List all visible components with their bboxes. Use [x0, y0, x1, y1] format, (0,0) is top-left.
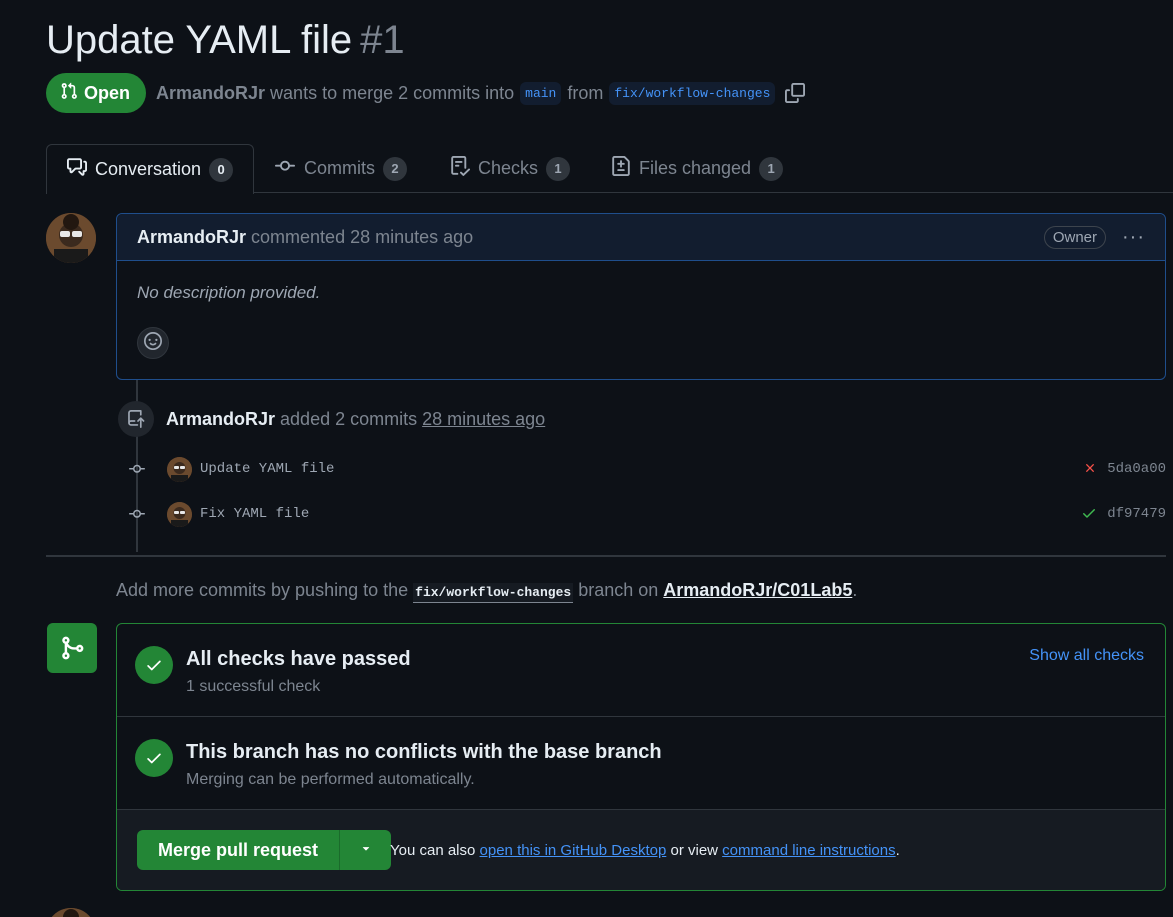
- page-title: Update YAML file #1: [46, 18, 405, 63]
- owner-badge: Owner: [1043, 225, 1107, 249]
- comment-body: No description provided.: [137, 283, 321, 302]
- file-diff-icon: [611, 156, 631, 181]
- merge-actions: Merge pull request You can also open thi…: [117, 810, 1165, 890]
- tab-counter: 1: [759, 156, 784, 181]
- tab-files-changed[interactable]: Files changed 1: [611, 144, 784, 193]
- commit-status: df97479: [1081, 505, 1166, 524]
- kebab-menu-icon[interactable]: ···: [1122, 227, 1145, 247]
- merge-pull-request-button[interactable]: Merge pull request: [137, 830, 341, 870]
- commit-row: Fix YAML file df97479: [126, 501, 1166, 527]
- comment-author[interactable]: ArmandoRJr: [137, 227, 246, 248]
- commit-icon: [274, 156, 296, 181]
- status-label: Open: [84, 82, 131, 103]
- event-author[interactable]: ArmandoRJr: [166, 409, 275, 430]
- avatar[interactable]: [46, 908, 96, 917]
- conflicts-section: This branch has no conflicts with the ba…: [117, 717, 1165, 810]
- checklist-icon: [450, 156, 471, 181]
- merge-note: You can also open this in GitHub Desktop…: [390, 842, 900, 859]
- merge-button-group: Merge pull request: [137, 830, 392, 870]
- commit-avatar[interactable]: [167, 456, 192, 482]
- push-hint: Add more commits by pushing to the fix/w…: [116, 580, 858, 603]
- comment-header: ArmandoRJr commented 28 minutes ago Owne…: [117, 214, 1165, 261]
- git-merge-icon: [47, 623, 97, 673]
- show-all-checks-link[interactable]: Show all checks: [1029, 647, 1144, 665]
- event-action: added 2 commits: [280, 408, 418, 429]
- conflicts-subtitle: Merging can be performed automatically.: [186, 771, 475, 788]
- commit-status: 5da0a00: [1083, 461, 1166, 478]
- commit-row: Update YAML file 5da0a00: [126, 456, 1166, 482]
- hint-middle: branch on: [578, 580, 659, 600]
- repo-push-icon: [118, 401, 154, 437]
- merge-box: All checks have passed 1 successful chec…: [116, 623, 1166, 891]
- event-timestamp[interactable]: 28 minutes ago: [422, 409, 545, 430]
- tab-label: Conversation: [95, 159, 202, 179]
- note-middle: or view: [670, 842, 718, 859]
- tab-checks[interactable]: Checks 1: [450, 144, 571, 193]
- hint-branch[interactable]: fix/workflow-changes: [413, 583, 574, 603]
- comment-box: ArmandoRJr commented 28 minutes ago Owne…: [116, 213, 1166, 380]
- check-circle-icon: [135, 646, 173, 684]
- merge-options-button[interactable]: [340, 830, 392, 870]
- commit-icon: [126, 501, 148, 527]
- tab-commits[interactable]: Commits 2: [274, 144, 407, 193]
- author-link[interactable]: ArmandoRJr: [156, 83, 265, 104]
- commit-icon: [126, 456, 148, 482]
- commit-avatar[interactable]: [167, 501, 192, 527]
- tab-counter: 0: [209, 157, 234, 182]
- from-text: from: [567, 82, 604, 103]
- head-branch[interactable]: fix/workflow-changes: [609, 81, 776, 105]
- github-desktop-link[interactable]: open this in GitHub Desktop: [480, 842, 667, 859]
- tab-counter: 2: [383, 156, 407, 181]
- triangle-down-icon: [359, 841, 373, 860]
- hint-prefix: Add more commits by pushing to the: [116, 580, 409, 600]
- copy-icon[interactable]: [785, 83, 806, 103]
- conversation-icon: [67, 157, 87, 182]
- tab-conversation[interactable]: Conversation 0: [46, 144, 255, 194]
- check-circle-icon: [135, 739, 173, 777]
- add-reaction-button[interactable]: [137, 327, 169, 359]
- tab-label: Checks: [478, 158, 539, 178]
- merge-summary: ArmandoRJr wants to merge 2 commits into…: [156, 81, 806, 105]
- base-branch[interactable]: main: [520, 81, 562, 105]
- checks-title: All checks have passed: [186, 648, 411, 670]
- status-badge: Open: [46, 73, 147, 113]
- tab-label: Commits: [304, 158, 375, 178]
- commits-event: ArmandoRJr added 2 commits 28 minutes ag…: [118, 401, 545, 437]
- avatar[interactable]: [46, 213, 96, 263]
- tab-label: Files changed: [639, 158, 752, 178]
- conflicts-title: This branch has no conflicts with the ba…: [186, 741, 662, 763]
- checks-section: All checks have passed 1 successful chec…: [117, 624, 1165, 717]
- check-icon[interactable]: [1081, 505, 1097, 524]
- pr-title-text: Update YAML file: [46, 18, 353, 62]
- hint-suffix: .: [852, 580, 858, 600]
- pr-tabs: Conversation 0 Commits 2 Checks 1 Files …: [0, 144, 1173, 194]
- command-line-link[interactable]: command line instructions: [722, 842, 895, 859]
- timeline-divider: [46, 555, 1166, 557]
- commit-message[interactable]: Update YAML file: [200, 461, 334, 477]
- merge-text: wants to merge 2 commits into: [270, 82, 515, 103]
- commit-sha[interactable]: df97479: [1107, 506, 1166, 522]
- comment-action: commented 28 minutes ago: [251, 226, 474, 247]
- tab-counter: 1: [546, 156, 571, 181]
- note-prefix: You can also: [390, 842, 476, 859]
- x-icon[interactable]: [1083, 461, 1097, 478]
- pr-state-row: Open ArmandoRJr wants to merge 2 commits…: [46, 73, 806, 113]
- pr-number: #1: [360, 18, 405, 62]
- note-suffix: .: [895, 842, 900, 859]
- smiley-icon: [144, 331, 162, 355]
- git-pull-request-icon: [60, 82, 78, 105]
- commit-message[interactable]: Fix YAML file: [200, 506, 309, 522]
- commit-sha[interactable]: 5da0a00: [1107, 461, 1166, 477]
- repo-link[interactable]: ArmandoRJr/C01Lab5: [663, 580, 852, 600]
- checks-subtitle: 1 successful check: [186, 678, 321, 695]
